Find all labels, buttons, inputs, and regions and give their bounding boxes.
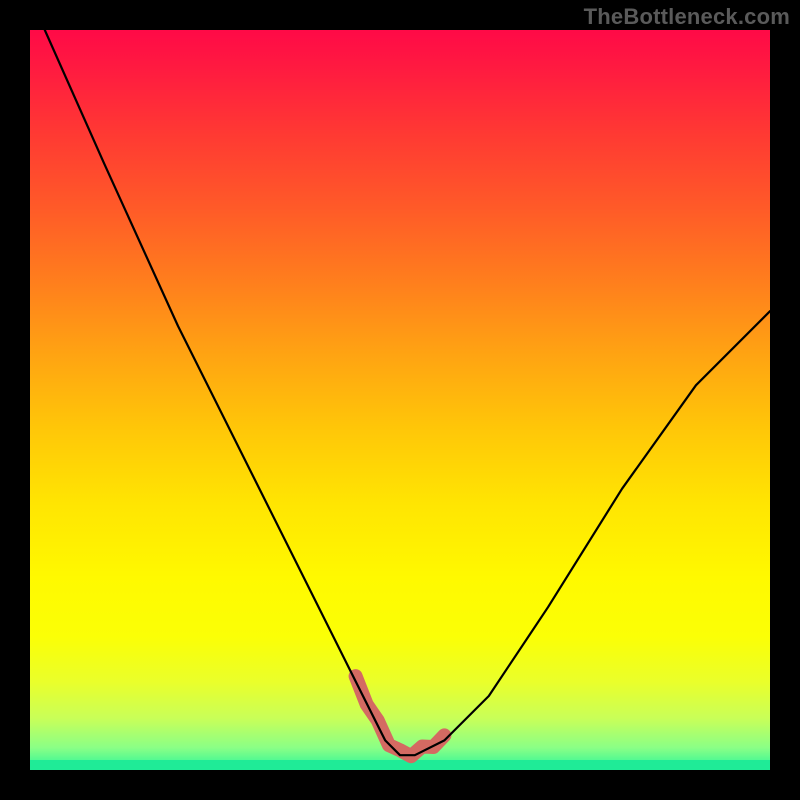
- watermark-text: TheBottleneck.com: [584, 4, 790, 30]
- optimal-range-marker: [356, 676, 445, 756]
- chart-frame: TheBottleneck.com: [0, 0, 800, 800]
- bottleneck-curve: [45, 30, 770, 755]
- plot-area: [30, 30, 770, 770]
- curve-layer: [30, 30, 770, 770]
